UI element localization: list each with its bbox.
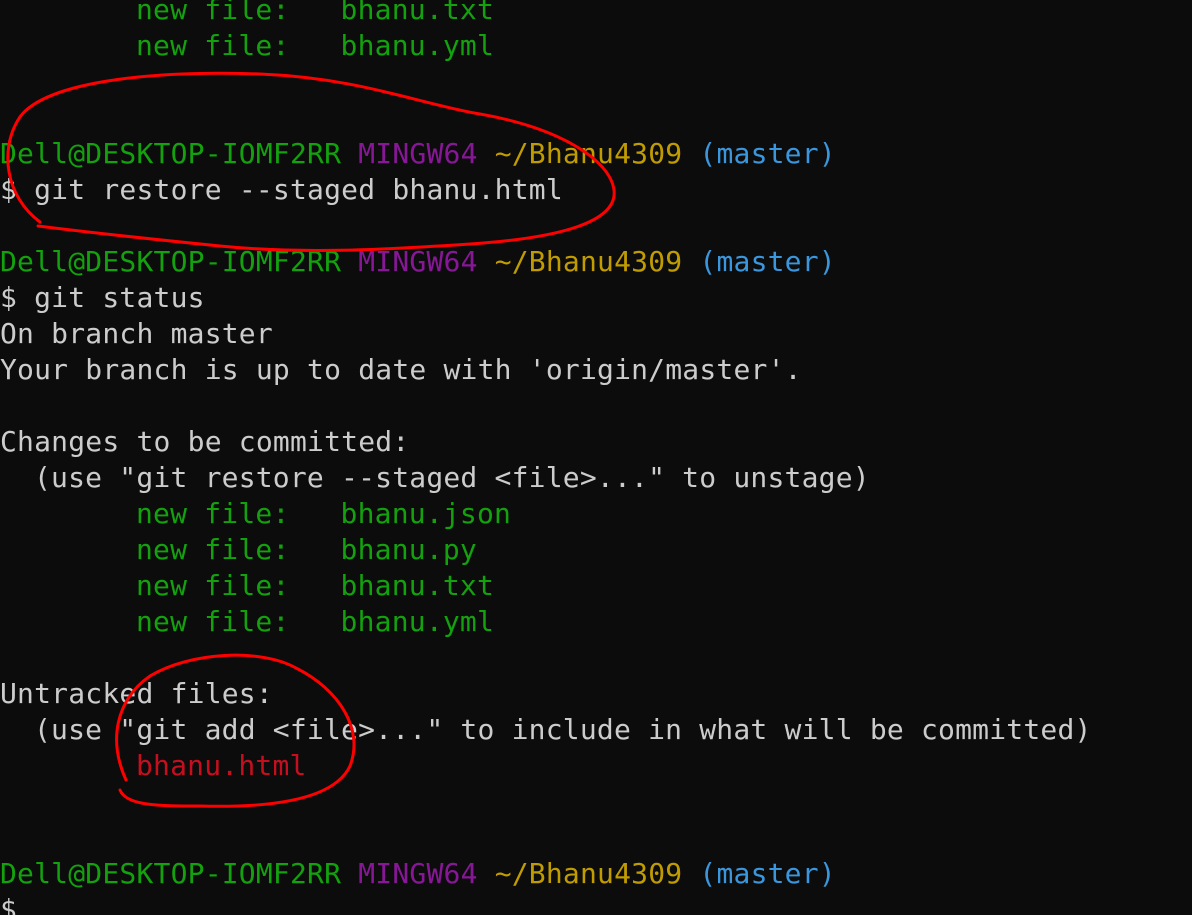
- staged-header: Changes to be committed:: [0, 425, 410, 458]
- shell-prompt: Dell@DESKTOP-IOMF2RR MINGW64 ~/Bhanu4309…: [0, 856, 836, 892]
- prompt-path: ~/Bhanu4309: [494, 245, 683, 278]
- prompt-user-host: Dell@DESKTOP-IOMF2RR: [0, 245, 342, 278]
- staged-file-line: new file: bhanu.json: [0, 496, 511, 532]
- command-line-current[interactable]: $: [0, 892, 17, 915]
- file-status: new file:: [136, 0, 290, 26]
- file-status: new file:: [136, 29, 290, 62]
- file-status: new file:: [136, 533, 290, 566]
- shell-prompt: Dell@DESKTOP-IOMF2RR MINGW64 ~/Bhanu4309…: [0, 136, 836, 172]
- file-status: new file:: [136, 605, 290, 638]
- prompt-branch: (master): [699, 857, 836, 890]
- prompt-user-host: Dell@DESKTOP-IOMF2RR: [0, 857, 342, 890]
- terminal-window[interactable]: new file: bhanu.txt new file: bhanu.yml De…: [0, 0, 1192, 915]
- untracked-header: Untracked files:: [0, 677, 273, 710]
- staged-file-line: new file: bhanu.txt: [0, 568, 494, 604]
- untracked-hint: (use "git add <file>..." to include in w…: [34, 713, 1092, 746]
- file-name: bhanu.py: [340, 533, 477, 566]
- staged-file-line: new file: bhanu.txt: [0, 0, 494, 28]
- prompt-symbol: $: [0, 173, 18, 206]
- prompt-env: MINGW64: [358, 245, 478, 278]
- staged-file-line: new file: bhanu.yml: [0, 28, 494, 64]
- file-name: bhanu.yml: [340, 29, 495, 62]
- prompt-branch: (master): [699, 245, 836, 278]
- prompt-path: ~/Bhanu4309: [494, 137, 683, 170]
- shell-prompt: Dell@DESKTOP-IOMF2RR MINGW64 ~/Bhanu4309…: [0, 244, 836, 280]
- staged-file-line: new file: bhanu.py: [0, 532, 477, 568]
- branch-line: On branch master: [0, 317, 273, 350]
- file-name: bhanu.txt: [340, 0, 495, 26]
- command-line-status: $ git status: [0, 280, 205, 316]
- prompt-user-host: Dell@DESKTOP-IOMF2RR: [0, 137, 342, 170]
- staged-file-line: new file: bhanu.yml: [0, 604, 494, 640]
- file-name: bhanu.json: [340, 497, 512, 530]
- prompt-env: MINGW64: [358, 137, 478, 170]
- file-name: bhanu.txt: [340, 569, 495, 602]
- prompt-path: ~/Bhanu4309: [494, 857, 683, 890]
- file-name: bhanu.yml: [340, 605, 495, 638]
- staged-hint: (use "git restore --staged <file>..." to…: [34, 461, 870, 494]
- status-command: git status: [34, 281, 205, 314]
- untracked-file: bhanu.html: [136, 749, 307, 782]
- prompt-symbol: $: [0, 893, 18, 915]
- command-line-restore: $ git restore --staged bhanu.html: [0, 172, 563, 208]
- file-status: new file:: [136, 569, 290, 602]
- prompt-branch: (master): [699, 137, 836, 170]
- file-status: new file:: [136, 497, 290, 530]
- prompt-env: MINGW64: [358, 857, 478, 890]
- restore-command: git restore --staged bhanu.html: [34, 173, 563, 206]
- prompt-symbol: $: [0, 281, 18, 314]
- up-to-date-line: Your branch is up to date with 'origin/m…: [0, 353, 802, 386]
